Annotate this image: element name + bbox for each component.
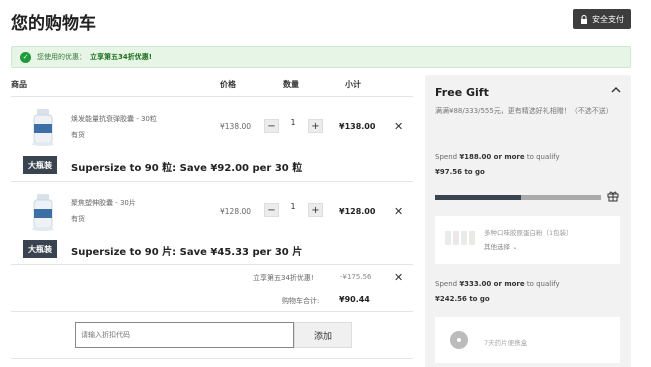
tier1-label: Spend ¥188.00 or more to qualify bbox=[435, 153, 560, 161]
remove-item-icon[interactable]: ✕ bbox=[394, 120, 403, 133]
header-quantity: 数量 bbox=[283, 80, 299, 89]
divider bbox=[11, 311, 413, 312]
gift-name: 7天药片便携盒 bbox=[484, 339, 528, 347]
decrease-quantity-button[interactable]: − bbox=[264, 203, 279, 217]
remove-discount-icon[interactable]: ✕ bbox=[394, 271, 403, 284]
upsell-text[interactable]: Supersize to 90 片: Save ¥45.33 per 30 片 bbox=[71, 243, 302, 258]
page-title: 您的购物车 bbox=[11, 14, 96, 34]
upsell-text[interactable]: Supersize to 90 粒: Save ¥92.00 per 30 粒 bbox=[71, 159, 302, 174]
coupon-text: 您使用的优惠： bbox=[37, 53, 86, 61]
discount-value: -¥175.56 bbox=[340, 273, 372, 281]
item-subtotal: ¥138.00 bbox=[339, 122, 376, 131]
product-name[interactable]: 聚焦塑伸胶囊 - 30片 bbox=[71, 198, 136, 208]
divider bbox=[11, 181, 413, 182]
chevron-up-icon[interactable] bbox=[611, 86, 621, 94]
product-image[interactable] bbox=[30, 107, 56, 147]
secure-checkout-label: 安全支付 bbox=[592, 14, 624, 24]
gift-product-image bbox=[450, 331, 468, 349]
stock-status: 有货 bbox=[71, 215, 85, 223]
divider bbox=[11, 358, 413, 359]
tier2-to-go: ¥242.56 to go bbox=[435, 295, 490, 303]
promo-code-input[interactable] bbox=[75, 322, 294, 348]
quantity-value[interactable]: 1 bbox=[286, 202, 300, 211]
header-price: 价格 bbox=[220, 80, 236, 89]
coupon-link[interactable]: 立享第五34折优惠! bbox=[90, 52, 152, 62]
gift-progress-fill bbox=[435, 195, 522, 200]
tier1-to-go: ¥97.56 to go bbox=[435, 168, 485, 176]
divider bbox=[11, 96, 413, 97]
stock-status: 有货 bbox=[71, 131, 85, 139]
lock-icon bbox=[580, 14, 588, 24]
item-price: ¥138.00 bbox=[220, 122, 252, 131]
quantity-value[interactable]: 1 bbox=[286, 118, 300, 127]
header-product: 商品 bbox=[11, 80, 27, 89]
item-subtotal: ¥128.00 bbox=[339, 207, 376, 216]
total-value: ¥90.44 bbox=[339, 295, 370, 304]
gift-panel-title: Free Gift bbox=[435, 86, 489, 99]
gift-box-icon bbox=[607, 191, 619, 202]
gift-select-dropdown[interactable]: 其他选择 ⌄ bbox=[484, 241, 518, 251]
remove-item-icon[interactable]: ✕ bbox=[394, 205, 403, 218]
gift-option-card[interactable]: 多种口味胶原蛋白粉（1包装） 其他选择 ⌄ bbox=[435, 216, 620, 264]
item-price: ¥128.00 bbox=[220, 207, 252, 216]
secure-checkout-button[interactable]: 安全支付 bbox=[573, 9, 631, 29]
upsell-badge: 大瓶装 bbox=[23, 240, 57, 258]
check-icon: ✓ bbox=[20, 51, 31, 63]
increase-quantity-button[interactable]: + bbox=[308, 203, 323, 217]
decrease-quantity-button[interactable]: − bbox=[264, 119, 279, 133]
discount-label: 立享第五34折优惠! bbox=[253, 274, 314, 282]
tier2-label: Spend ¥333.00 or more to qualify bbox=[435, 280, 560, 288]
gift-progress-bar bbox=[435, 195, 601, 200]
apply-promo-button[interactable]: 添加 bbox=[294, 322, 352, 348]
divider bbox=[11, 264, 413, 265]
total-label: 购物车合计: bbox=[282, 297, 320, 305]
upsell-badge: 大瓶装 bbox=[23, 156, 57, 174]
gift-product-image bbox=[445, 231, 475, 245]
gift-name: 多种口味胶原蛋白粉（1包装） bbox=[484, 229, 573, 237]
gift-option-card[interactable]: 7天药片便携盒 bbox=[435, 317, 620, 363]
product-image[interactable] bbox=[30, 192, 56, 232]
coupon-banner: ✓ 您使用的优惠： 立享第五34折优惠! bbox=[11, 46, 631, 68]
gift-description: 满满¥88/333/555元，更有精选好礼相赠！（不选不送） bbox=[435, 107, 613, 115]
product-name[interactable]: 焕发能量抗衰弹胶囊 - 30粒 bbox=[71, 114, 157, 124]
header-subtotal: 小计 bbox=[345, 80, 361, 89]
free-gift-panel: Free Gift 满满¥88/333/555元，更有精选好礼相赠！（不选不送）… bbox=[425, 75, 631, 367]
increase-quantity-button[interactable]: + bbox=[308, 119, 323, 133]
